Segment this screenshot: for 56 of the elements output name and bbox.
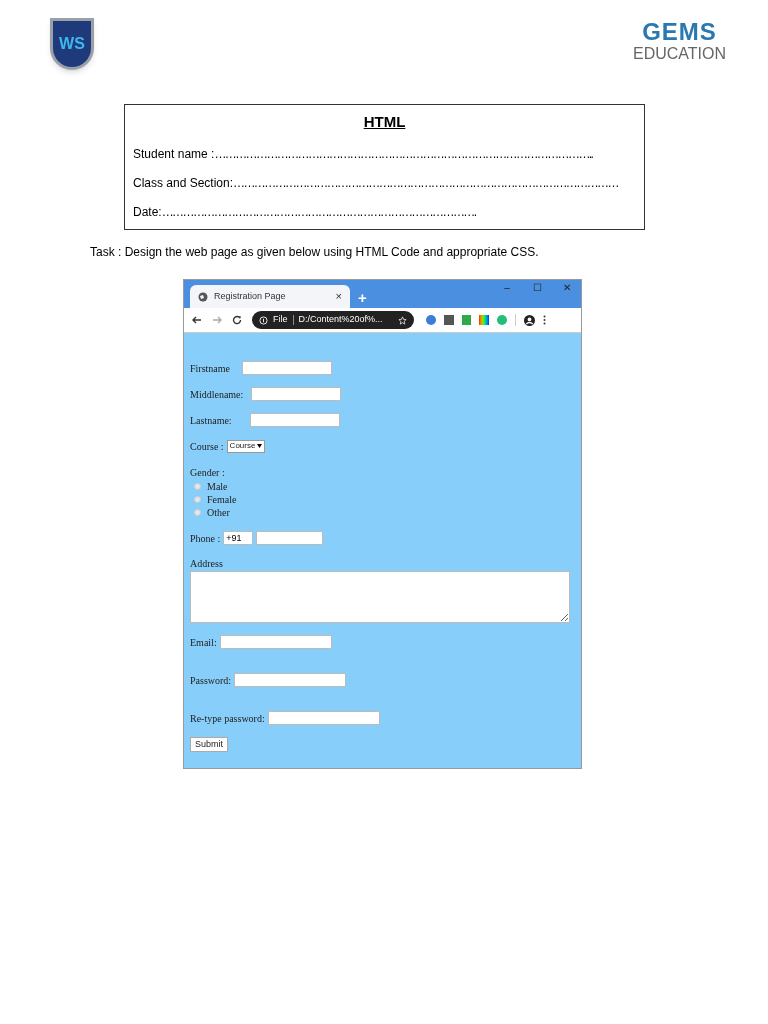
window-control-button[interactable]: ✕ — [561, 283, 573, 293]
window-control-button[interactable]: ☐ — [531, 283, 543, 293]
text-field[interactable] — [242, 361, 332, 375]
field-label: Password: — [190, 673, 232, 688]
task-instruction: Task : Design the web page as given below using HTML Code and appropriate CSS. — [90, 245, 539, 259]
address-scheme: File — [273, 313, 288, 327]
school-shield-logo: WS — [50, 18, 94, 70]
worksheet-title: HTML — [363, 112, 406, 132]
option-label: Female — [207, 493, 237, 507]
password-field[interactable] — [267, 711, 380, 725]
brand-logo-caption: EDUCATION — [632, 44, 726, 64]
option-label: Male — [207, 480, 228, 494]
radio-button[interactable] — [194, 509, 201, 516]
text-field[interactable] — [249, 413, 340, 427]
field-label: Student name : — [133, 145, 215, 163]
field-label: Gender : — [190, 466, 225, 480]
info-icon — [259, 315, 268, 325]
fill-in-line[interactable]: ………………………………………………………………………………. — [161, 202, 476, 221]
address-text-area[interactable] — [190, 571, 570, 623]
star-icon[interactable] — [398, 315, 407, 325]
globe-icon — [198, 291, 208, 302]
phone-field[interactable] — [256, 531, 324, 545]
field-label: Email: — [190, 635, 217, 650]
field-label: Middlename: — [190, 387, 244, 402]
country-code-field[interactable]: +91 — [223, 531, 254, 545]
tab-title: Registration Page — [214, 289, 287, 303]
text-field[interactable] — [219, 635, 332, 649]
text-field[interactable] — [251, 387, 342, 401]
submit-button[interactable]: Submit — [190, 737, 228, 752]
window-control-button[interactable]: – — [501, 283, 513, 293]
browser-tab[interactable]: Registration Page × — [190, 285, 350, 308]
field-label: Course : — [190, 439, 224, 454]
caret-icon — [257, 444, 263, 448]
field-label: Class and Section: — [133, 174, 234, 192]
tab-close-button[interactable]: × — [335, 291, 342, 302]
field-label: Firstname — [190, 361, 230, 376]
address-url: D:/Content%20of%... — [298, 313, 384, 327]
back-arrow-icon[interactable] — [192, 315, 202, 325]
reload-icon[interactable] — [232, 315, 242, 325]
option-label: Other — [207, 506, 230, 520]
password-field[interactable] — [234, 673, 347, 687]
address-bar[interactable]: File D:/Content%20of%... — [252, 311, 414, 329]
profile-icon[interactable] — [524, 314, 535, 326]
forward-arrow-icon[interactable] — [212, 315, 222, 325]
course-dropdown[interactable]: Course — [226, 439, 266, 453]
field-label: Date: — [133, 203, 162, 221]
brand-logo-mark: GEMS — [642, 20, 717, 44]
field-label: Address — [190, 557, 223, 571]
fill-in-line[interactable]: ………………………………………………………………………………………………… — [233, 173, 618, 192]
radio-button[interactable] — [194, 496, 201, 503]
radio-button[interactable] — [194, 483, 201, 490]
field-label: Lastname: — [190, 413, 232, 428]
field-label: Re-type password: — [190, 711, 265, 726]
fill-in-line[interactable]: ……………………………………………………………………………………………….. — [214, 144, 593, 163]
field-label: Phone : — [190, 531, 221, 546]
more-menu-icon[interactable] — [543, 315, 546, 325]
